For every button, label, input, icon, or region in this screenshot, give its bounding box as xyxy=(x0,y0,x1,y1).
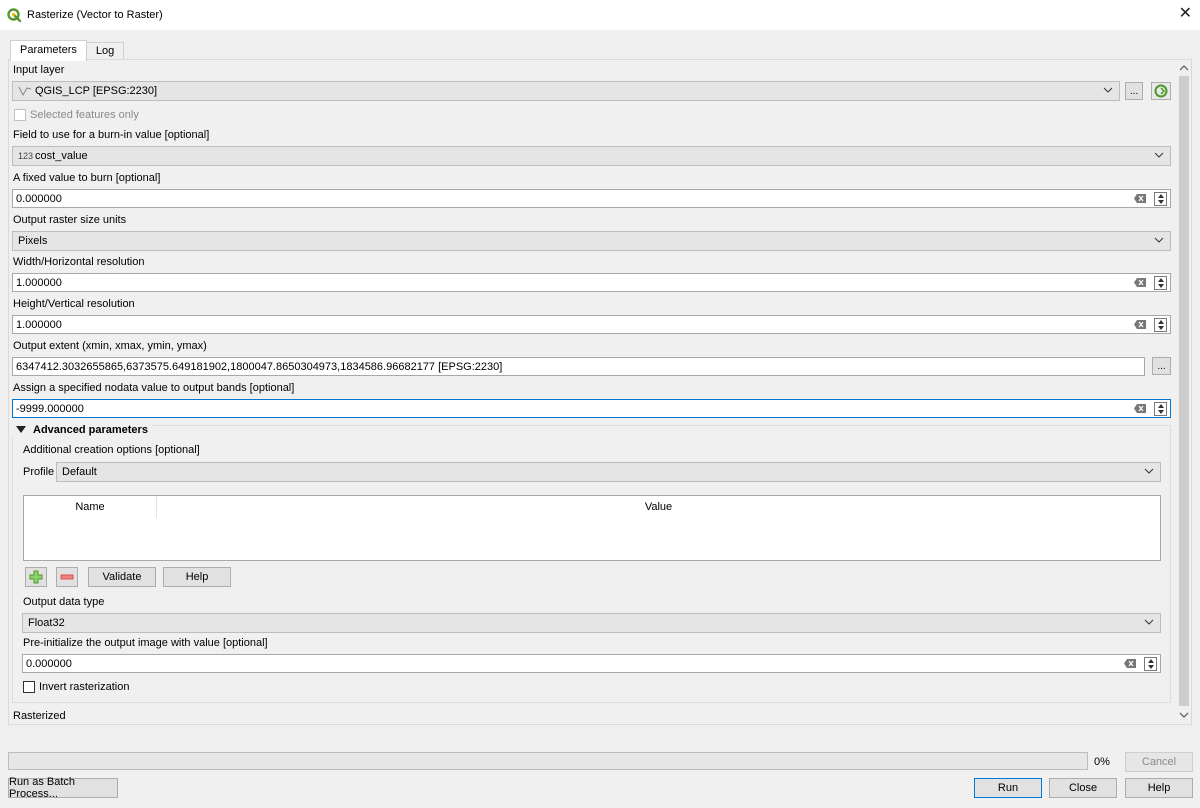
extent-browse-button[interactable]: ... xyxy=(1152,357,1171,375)
burn-field-label: Field to use for a burn-in value [option… xyxy=(13,129,210,141)
clear-icon[interactable] xyxy=(1134,194,1146,203)
fixed-burn-stepper[interactable] xyxy=(1154,192,1167,206)
input-layer-browse-button[interactable]: ... xyxy=(1125,82,1143,100)
preinit-value: 0.000000 xyxy=(26,657,72,670)
chevron-down-icon xyxy=(1144,619,1154,625)
clear-icon[interactable] xyxy=(1124,659,1136,668)
clear-icon[interactable] xyxy=(1134,278,1146,287)
fixed-burn-input[interactable]: 0.000000 xyxy=(12,189,1171,208)
cancel-button[interactable]: Cancel xyxy=(1125,752,1193,772)
plus-icon xyxy=(29,570,43,584)
column-header-value[interactable]: Value xyxy=(157,496,1160,518)
batch-process-button[interactable]: Run as Batch Process... xyxy=(8,776,118,800)
tab-log[interactable]: Log xyxy=(85,42,125,60)
iterate-icon xyxy=(1154,84,1168,98)
preinit-input[interactable]: 0.000000 xyxy=(22,654,1161,673)
clear-icon[interactable] xyxy=(1134,320,1146,329)
progress-percent: 0% xyxy=(1094,756,1110,768)
qgis-logo-icon xyxy=(7,8,21,22)
data-type-value: Float32 xyxy=(28,617,65,629)
profile-combo[interactable]: Default xyxy=(56,462,1161,482)
data-type-combo[interactable]: Float32 xyxy=(22,613,1161,633)
input-layer-label: Input layer xyxy=(13,64,65,76)
iterate-layer-button[interactable] xyxy=(1151,82,1171,100)
width-res-stepper[interactable] xyxy=(1154,276,1167,290)
width-res-input[interactable]: 1.000000 xyxy=(12,273,1171,292)
input-layer-value: QGIS_LCP [EPSG:2230] xyxy=(35,85,158,97)
chevron-down-icon xyxy=(1144,468,1154,474)
nodata-value: -9999.000000 xyxy=(16,402,84,415)
height-res-stepper[interactable] xyxy=(1154,318,1167,332)
height-res-label: Height/Vertical resolution xyxy=(13,298,135,310)
creation-options-label: Additional creation options [optional] xyxy=(23,444,200,456)
scroll-up-icon[interactable] xyxy=(1178,62,1190,74)
extent-value: 6347412.3032655865,6373575.649181902,180… xyxy=(16,360,503,373)
help-button[interactable]: Help xyxy=(1125,778,1193,798)
run-button[interactable]: Run xyxy=(974,778,1042,798)
chevron-down-icon xyxy=(1154,152,1164,158)
rasterized-label: Rasterized xyxy=(13,710,66,722)
chevron-down-icon xyxy=(1154,237,1164,243)
scroll-down-icon[interactable] xyxy=(1178,709,1190,721)
profile-value: Default xyxy=(62,466,97,478)
width-res-label: Width/Horizontal resolution xyxy=(13,256,145,268)
invert-rasterization-checkbox[interactable] xyxy=(23,681,35,693)
advanced-header[interactable]: Advanced parameters xyxy=(12,423,152,437)
column-header-name[interactable]: Name xyxy=(24,496,157,518)
extent-input[interactable]: 6347412.3032655865,6373575.649181902,180… xyxy=(12,357,1145,376)
height-res-value: 1.000000 xyxy=(16,318,62,331)
tab-bar: Parameters Log xyxy=(10,40,125,61)
advanced-header-label: Advanced parameters xyxy=(33,424,148,436)
preinit-stepper[interactable] xyxy=(1144,657,1157,671)
extent-label: Output extent (xmin, xmax, ymin, ymax) xyxy=(13,340,207,352)
fixed-burn-label: A fixed value to burn [optional] xyxy=(13,172,161,184)
help-options-button[interactable]: Help xyxy=(163,567,231,587)
scrollbar-thumb[interactable] xyxy=(1179,76,1189,706)
collapse-triangle-icon xyxy=(16,426,26,433)
creation-options-table[interactable]: Name Value xyxy=(23,495,1161,561)
chevron-down-icon xyxy=(1103,87,1113,93)
fixed-burn-value: 0.000000 xyxy=(16,192,62,205)
burn-field-combo[interactable]: 123 cost_value xyxy=(12,146,1171,166)
height-res-input[interactable]: 1.000000 xyxy=(12,315,1171,334)
data-type-label: Output data type xyxy=(23,596,105,608)
add-option-button[interactable] xyxy=(25,567,47,587)
burn-field-value: cost_value xyxy=(35,150,88,162)
line-layer-icon xyxy=(18,86,32,97)
remove-option-button[interactable] xyxy=(56,567,78,587)
clear-icon[interactable] xyxy=(1134,404,1146,413)
progress-bar xyxy=(8,752,1088,770)
close-button[interactable]: Close xyxy=(1049,778,1117,798)
title-bar: Rasterize (Vector to Raster) ✕ xyxy=(0,0,1200,30)
profile-label: Profile xyxy=(23,466,55,478)
preinit-label: Pre-initialize the output image with val… xyxy=(23,637,268,649)
size-units-value: Pixels xyxy=(18,235,48,247)
nodata-label: Assign a specified nodata value to outpu… xyxy=(13,382,295,394)
tab-parameters[interactable]: Parameters xyxy=(10,40,87,61)
nodata-input[interactable]: -9999.000000 xyxy=(12,399,1171,418)
selected-features-label: Selected features only xyxy=(30,109,139,121)
validate-button[interactable]: Validate xyxy=(88,567,156,587)
input-layer-combo[interactable]: QGIS_LCP [EPSG:2230] xyxy=(12,81,1120,101)
invert-rasterization-label: Invert rasterization xyxy=(39,681,130,693)
size-units-label: Output raster size units xyxy=(13,214,127,226)
selected-features-checkbox[interactable] xyxy=(14,109,26,121)
close-icon[interactable]: ✕ xyxy=(1179,5,1192,23)
width-res-value: 1.000000 xyxy=(16,276,62,289)
numeric-field-icon: 123 xyxy=(18,151,34,161)
window-title: Rasterize (Vector to Raster) xyxy=(27,9,163,21)
minus-icon xyxy=(60,574,74,580)
nodata-stepper[interactable] xyxy=(1154,402,1167,416)
size-units-combo[interactable]: Pixels xyxy=(12,231,1171,251)
